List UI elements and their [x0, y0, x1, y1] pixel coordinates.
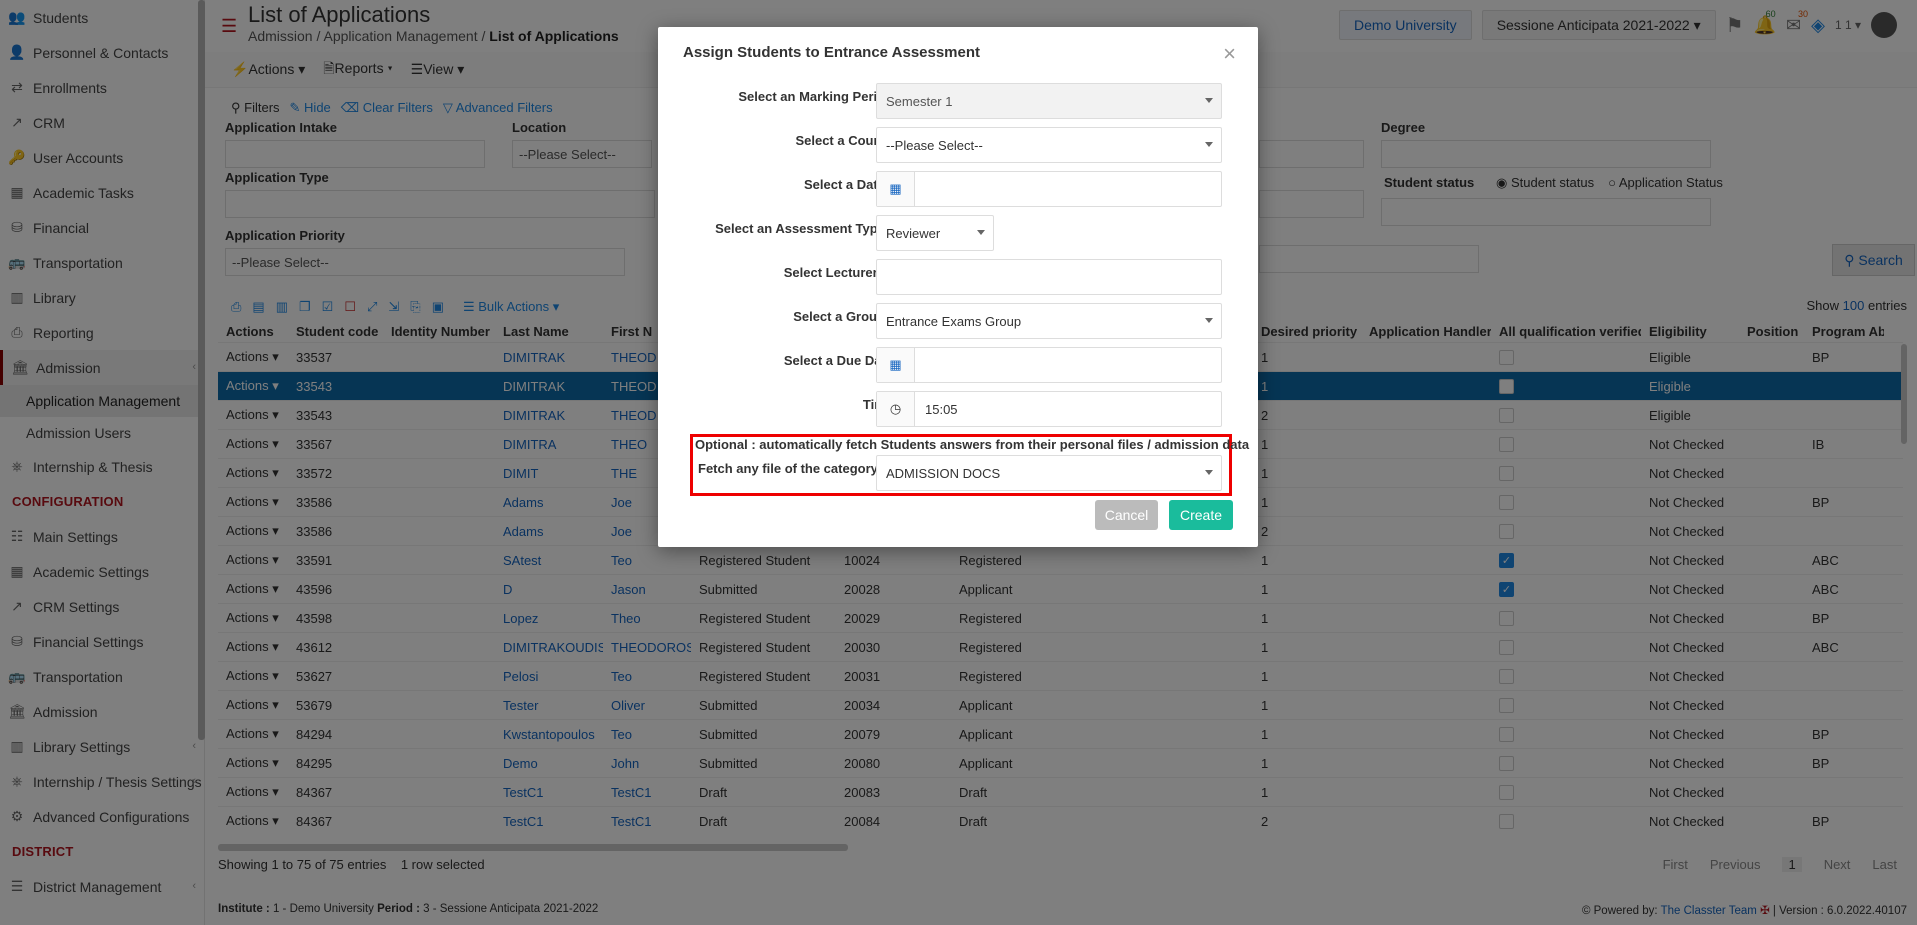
course-row: Select a Course --Please Select-- — [658, 127, 1258, 163]
due-date-input[interactable]: ▦ — [876, 347, 1222, 383]
marking-period-select[interactable]: Semester 1 — [876, 83, 1222, 119]
close-icon[interactable]: × — [1223, 41, 1236, 67]
create-button[interactable]: Create — [1169, 500, 1233, 530]
marking-period-value: Semester 1 — [886, 93, 953, 109]
calendar-icon[interactable]: ▦ — [877, 348, 915, 382]
chevron-down-icon — [1205, 318, 1213, 323]
date-input[interactable]: ▦ — [876, 171, 1222, 207]
fetch-category-label: Fetch any file of the category — [698, 461, 878, 476]
group-label-text: Select a Group — [793, 309, 885, 324]
chevron-down-icon — [1205, 98, 1213, 103]
clock-icon[interactable]: ◷ — [877, 392, 915, 426]
time-input[interactable]: ◷ 15:05 — [876, 391, 1222, 427]
assessment-type-select[interactable]: Reviewer — [876, 215, 994, 251]
marking-period-row: Select an Marking Period Semester 1 — [658, 83, 1258, 119]
assign-students-modal: Assign Students to Entrance Assessment ×… — [658, 27, 1258, 547]
lecturers-input[interactable] — [876, 259, 1222, 295]
fetch-category-value: ADMISSION DOCS — [886, 465, 1001, 481]
lecturers-label-text: Select Lecturers — [783, 265, 885, 280]
assessment-type-label-text: Select an Assessment Type — [715, 221, 885, 236]
date-row: Select a Date* ▦ — [658, 171, 1258, 207]
chevron-down-icon — [1205, 470, 1213, 475]
time-row: Time ◷15:05 — [658, 391, 1258, 427]
date-label-text: Select a Date — [804, 177, 885, 192]
course-select[interactable]: --Please Select-- — [876, 127, 1222, 163]
group-value: Entrance Exams Group — [886, 313, 1022, 329]
fetch-category-select[interactable]: ADMISSION DOCS — [876, 455, 1222, 491]
group-row: Select a Group* Entrance Exams Group — [658, 303, 1258, 339]
marking-period-label: Select an Marking Period — [738, 89, 893, 104]
calendar-icon[interactable]: ▦ — [877, 172, 915, 206]
cancel-button[interactable]: Cancel — [1095, 500, 1158, 530]
due-date-row: Select a Due Date ▦ — [658, 347, 1258, 383]
group-select[interactable]: Entrance Exams Group — [876, 303, 1222, 339]
assessment-type-row: Select an Assessment Type* Reviewer — [658, 215, 1258, 251]
lecturers-row: Select Lecturers* — [658, 259, 1258, 295]
modal-title: Assign Students to Entrance Assessment — [683, 44, 981, 61]
time-value: 15:05 — [925, 401, 958, 417]
chevron-down-icon — [977, 230, 985, 235]
course-value: --Please Select-- — [886, 137, 983, 153]
chevron-down-icon — [1205, 142, 1213, 147]
optional-fetch-text: Optional : automatically fetch Students … — [695, 437, 1250, 452]
assessment-type-value: Reviewer — [886, 225, 941, 241]
assessment-type-label: Select an Assessment Type* — [715, 221, 893, 236]
